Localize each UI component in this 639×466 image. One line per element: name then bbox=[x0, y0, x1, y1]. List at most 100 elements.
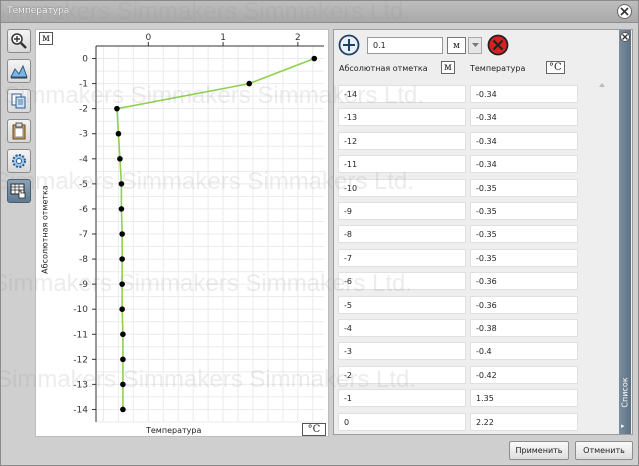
step-input[interactable]: 0.1 bbox=[367, 37, 443, 54]
collapse-arrow-icon: ▸ bbox=[621, 422, 625, 430]
unit-select-value: м bbox=[452, 40, 460, 51]
depth-cell[interactable]: -5 bbox=[338, 295, 466, 314]
column-header-temperature: Температура bbox=[470, 64, 526, 73]
temperature-cell[interactable]: -0.35 bbox=[470, 225, 578, 244]
depth-cell[interactable]: -8 bbox=[338, 225, 466, 244]
y-unit: м bbox=[42, 33, 50, 44]
table-tool[interactable] bbox=[7, 179, 31, 203]
depth-cell[interactable]: -2 bbox=[338, 365, 466, 384]
depth-cell[interactable]: -12 bbox=[338, 131, 466, 150]
apply-button[interactable]: Применить bbox=[509, 441, 569, 460]
column-header-depth: Абсолютная отметка bbox=[339, 64, 428, 73]
temperature-cell[interactable]: -0.35 bbox=[470, 178, 578, 197]
table-row[interactable]: -1 1.35 bbox=[336, 388, 598, 408]
table-row[interactable]: -12 -0.34 bbox=[336, 131, 598, 151]
delete-row-button[interactable] bbox=[487, 34, 509, 56]
y-tick-label: -5 bbox=[79, 180, 88, 190]
data-point bbox=[115, 130, 122, 137]
x-unit-box: °C bbox=[302, 423, 326, 436]
y-tick-label: -1 bbox=[79, 80, 88, 90]
temperature-cell[interactable]: 2.22 bbox=[470, 412, 578, 431]
table-row[interactable]: -14 -0.34 bbox=[336, 84, 598, 104]
table-row[interactable]: -13 -0.34 bbox=[336, 107, 598, 127]
copy-tool[interactable] bbox=[7, 89, 31, 113]
depth-cell[interactable]: 0 bbox=[338, 412, 466, 431]
depth-cell[interactable]: -13 bbox=[338, 108, 466, 127]
fit-view-tool[interactable] bbox=[7, 59, 31, 83]
temperature-cell[interactable]: -0.35 bbox=[470, 248, 578, 267]
temperature-cell[interactable]: -0.34 bbox=[470, 155, 578, 174]
y-tick-label: -4 bbox=[79, 155, 88, 165]
x-unit: °C bbox=[307, 424, 321, 435]
x-tick-label: 2 bbox=[295, 33, 301, 43]
y-tick-label: -10 bbox=[73, 305, 88, 315]
depth-cell[interactable]: -3 bbox=[338, 342, 466, 361]
data-point bbox=[120, 381, 126, 388]
unit-dropdown-button[interactable] bbox=[468, 37, 482, 54]
temperature-cell[interactable]: -0.36 bbox=[470, 272, 578, 291]
data-point bbox=[120, 356, 126, 363]
temperature-cell[interactable]: -0.34 bbox=[470, 108, 578, 127]
clipboard-icon bbox=[12, 122, 26, 140]
depth-cell[interactable]: -14 bbox=[338, 85, 466, 103]
table-row[interactable]: -9 -0.35 bbox=[336, 201, 598, 221]
temperature-cell[interactable]: -0.35 bbox=[470, 202, 578, 220]
data-point bbox=[119, 231, 125, 237]
table-row[interactable]: -3 -0.4 bbox=[336, 341, 598, 361]
window-close-button[interactable] bbox=[617, 4, 632, 19]
y-tick-label: -8 bbox=[79, 255, 88, 265]
y-axis-label-text: Абсолютная отметка bbox=[40, 185, 50, 274]
table-row[interactable]: -8 -0.35 bbox=[336, 224, 598, 244]
temperature-cell[interactable]: -0.36 bbox=[470, 295, 578, 314]
zoom-in-tool[interactable] bbox=[7, 29, 31, 53]
add-row-button[interactable] bbox=[338, 34, 360, 56]
table-row[interactable]: -5 -0.36 bbox=[336, 295, 598, 315]
table-row[interactable]: -6 -0.36 bbox=[336, 271, 598, 291]
paste-tool[interactable] bbox=[7, 119, 31, 143]
temperature-window: Температура 0 1 2 0 -1 -2 -3 -4 -5 -6 -7… bbox=[0, 0, 639, 466]
temperature-cell[interactable]: -0.34 bbox=[470, 131, 578, 150]
y-tick-label: 0 bbox=[82, 55, 88, 65]
chevron-down-icon bbox=[471, 43, 479, 47]
table-row[interactable]: -4 -0.38 bbox=[336, 318, 598, 338]
step-input-value: 0.1 bbox=[373, 41, 386, 50]
data-point bbox=[118, 181, 125, 187]
table-row[interactable]: -11 -0.34 bbox=[336, 154, 598, 174]
y-tick-label: -7 bbox=[79, 230, 88, 240]
depth-cell[interactable]: -4 bbox=[338, 319, 466, 337]
data-list-panel: 0.1 м Абсолютная отметка м Температура °… bbox=[333, 29, 633, 435]
data-point bbox=[119, 281, 125, 287]
data-point bbox=[311, 55, 318, 62]
temperature-chart[interactable]: 0 1 2 0 -1 -2 -3 -4 -5 -6 -7 -8 -9 -10 -11 -12 -13 -14 м … bbox=[35, 29, 329, 437]
title-bar: Температура bbox=[1, 1, 638, 23]
table-row[interactable]: -2 -0.42 bbox=[336, 365, 598, 385]
depth-cell[interactable]: -1 bbox=[338, 389, 466, 408]
y-tick-label: -2 bbox=[79, 105, 88, 115]
data-point bbox=[120, 406, 126, 413]
unit-select[interactable]: м bbox=[447, 37, 466, 54]
table-row[interactable]: -7 -0.35 bbox=[336, 248, 598, 268]
depth-cell[interactable]: -9 bbox=[338, 202, 466, 220]
data-point bbox=[118, 206, 125, 212]
table-row[interactable]: -10 -0.35 bbox=[336, 178, 598, 198]
window-title: Температура bbox=[7, 6, 70, 16]
temperature-cell[interactable]: -0.4 bbox=[470, 342, 578, 361]
table-row[interactable]: 0 2.22 bbox=[336, 412, 598, 432]
temperature-cell[interactable]: -0.34 bbox=[470, 85, 578, 103]
list-side-tab[interactable]: Список ▸ bbox=[619, 30, 631, 434]
cancel-button[interactable]: Отменить bbox=[575, 441, 633, 460]
mountain-chart-icon bbox=[10, 64, 28, 79]
depth-cell[interactable]: -10 bbox=[338, 178, 466, 197]
list-close-button[interactable] bbox=[620, 32, 630, 42]
scroll-up-arrow-icon[interactable] bbox=[598, 80, 606, 90]
temperature-cell[interactable]: -0.38 bbox=[470, 319, 578, 337]
data-point bbox=[117, 156, 123, 162]
settings-tool[interactable] bbox=[7, 149, 31, 173]
y-tick-label: -14 bbox=[73, 405, 88, 415]
depth-cell[interactable]: -6 bbox=[338, 272, 466, 291]
depth-cell[interactable]: -7 bbox=[338, 248, 466, 267]
temperature-cell[interactable]: -0.42 bbox=[470, 365, 578, 384]
depth-cell[interactable]: -11 bbox=[338, 155, 466, 174]
temperature-cell[interactable]: 1.35 bbox=[470, 389, 578, 408]
x-tick-label: 0 bbox=[145, 33, 151, 43]
